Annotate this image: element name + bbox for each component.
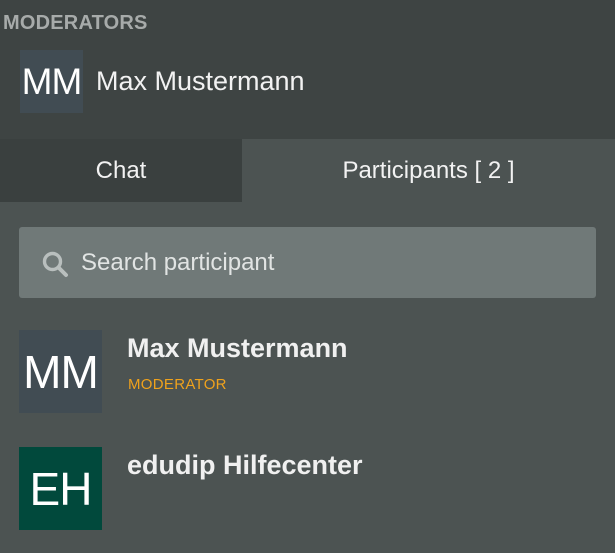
moderator-name: Max Mustermann: [96, 66, 305, 96]
avatar: MM: [20, 50, 83, 113]
tab-bar: Chat Participants [ 2 ]: [0, 139, 615, 202]
participant-item[interactable]: EH edudip Hilfecenter: [0, 437, 615, 537]
moderators-heading: MODERATORS: [3, 12, 148, 34]
participant-item[interactable]: MM Max Mustermann MODERATOR: [0, 320, 615, 420]
participant-name: edudip Hilfecenter: [127, 450, 363, 480]
tab-participants[interactable]: Participants [ 2 ]: [242, 139, 615, 202]
avatar: MM: [19, 330, 102, 413]
avatar: EH: [19, 447, 102, 530]
role-badge: MODERATOR: [128, 376, 227, 393]
moderators-section: MODERATORS MM Max Mustermann: [0, 0, 615, 139]
search-box: [19, 227, 596, 298]
tab-chat[interactable]: Chat: [0, 139, 242, 202]
search-input[interactable]: [79, 227, 579, 298]
participant-name: Max Mustermann: [127, 333, 348, 363]
search-icon: [42, 251, 68, 277]
